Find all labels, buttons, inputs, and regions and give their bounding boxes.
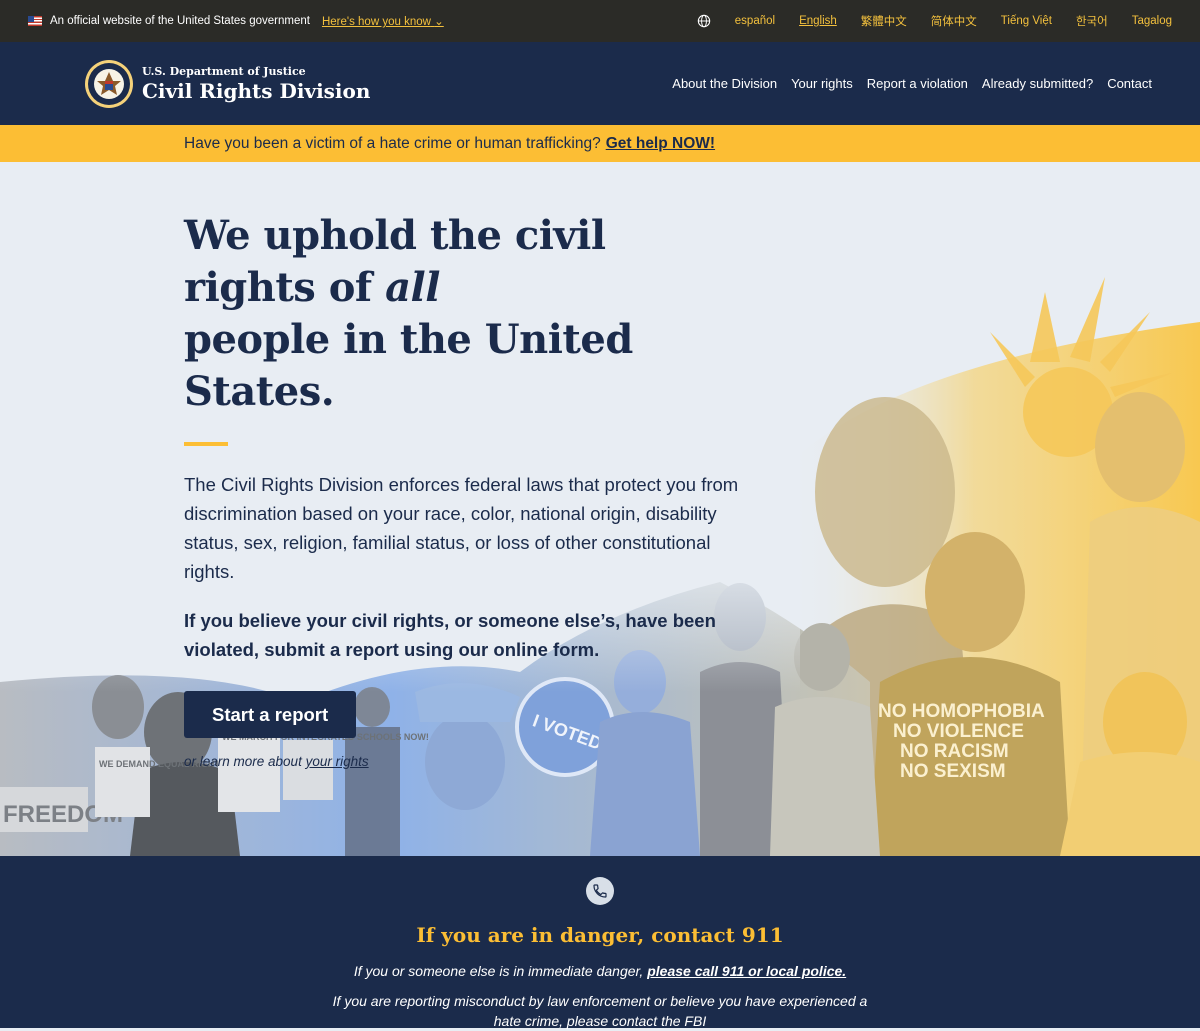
heres-how-you-know-label[interactable]: Here's how you know — [322, 16, 431, 28]
hero-report-prompt: If you believe your civil rights, or som… — [184, 610, 716, 660]
shirt-text-homophobia: NO HOMOPHOBIA — [878, 701, 1045, 722]
alert-text: Have you been a victim of a hate crime o… — [184, 134, 601, 152]
call-911-link[interactable]: please call 911 or local police. — [647, 963, 846, 979]
lang-espanol[interactable]: español — [735, 15, 775, 27]
start-report-button[interactable]: Start a report — [184, 691, 357, 738]
nav-about-division[interactable]: About the Division — [672, 76, 777, 91]
nav-already-submitted[interactable]: Already submitted? — [982, 76, 1093, 91]
brand-text: U.S. Department of Justice Civil Rights … — [142, 65, 370, 103]
language-selector: español English 繁體中文 简体中文 Tiếng Việt 한국어… — [697, 13, 1172, 29]
globe-icon — [697, 14, 710, 28]
brand-logo-link[interactable]: U.S. Department of Justice Civil Rights … — [84, 59, 370, 109]
nav-your-rights[interactable]: Your rights — [791, 76, 853, 91]
site-header: U.S. Department of Justice Civil Rights … — [0, 42, 1200, 125]
hero-title: We uphold the civil rights of all people… — [184, 210, 744, 418]
learn-more-prefix: or learn more about — [184, 754, 302, 769]
lang-traditional-chinese[interactable]: 繁體中文 — [861, 13, 907, 29]
danger-title: If you are in danger, contact 911 — [416, 923, 784, 947]
lang-simplified-chinese[interactable]: 简体中文 — [931, 13, 977, 29]
nav-report-violation[interactable]: Report a violation — [867, 76, 968, 91]
danger-line-1-text: If you or someone else is in immediate d… — [353, 963, 644, 979]
lang-korean[interactable]: 한국어 — [1076, 13, 1108, 29]
hero: NO HOMOPHOBIA NO VIOLENCE NO RACISM NO S… — [0, 162, 1200, 856]
hero-title-line2: people in the United States. — [184, 316, 633, 415]
learn-more-text: or learn more about your rights — [184, 754, 744, 769]
danger-line-2: If you are reporting misconduct by law e… — [332, 993, 868, 1029]
gov-banner-left: An official website of the United States… — [28, 14, 444, 28]
danger-section: If you are in danger, contact 911 If you… — [0, 856, 1200, 1029]
hero-title-emphasis: all — [385, 264, 440, 311]
hero-description: The Civil Rights Division enforces feder… — [184, 474, 739, 582]
shirt-text-violence: NO VIOLENCE — [893, 721, 1024, 742]
get-help-now-link[interactable]: Get help NOW! — [606, 135, 715, 153]
heres-how-you-know-link[interactable]: Here's how you know ⌄ — [322, 14, 444, 28]
gov-banner: An official website of the United States… — [0, 0, 1200, 42]
shirt-text-racism: NO RACISM — [900, 741, 1009, 762]
lang-vietnamese[interactable]: Tiếng Việt — [1001, 15, 1052, 27]
gov-banner-text: An official website of the United States… — [50, 15, 310, 27]
brand-subtitle: U.S. Department of Justice — [142, 64, 306, 78]
us-flag-icon — [28, 16, 42, 26]
brand-title: Civil Rights Division — [142, 78, 371, 103]
hate-crime-alert: Have you been a victim of a hate crime o… — [0, 125, 1200, 162]
phone-glyph-icon — [593, 884, 607, 898]
hero-content: We uphold the civil rights of all people… — [184, 210, 744, 769]
phone-icon — [586, 877, 614, 905]
your-rights-link[interactable]: your rights — [306, 754, 369, 769]
chevron-down-icon: ⌄ — [434, 16, 444, 28]
shirt-text-sexism: NO SEXISM — [900, 761, 1006, 782]
main-nav: About the Division Your rights Report a … — [672, 76, 1152, 91]
nav-contact[interactable]: Contact — [1107, 76, 1152, 91]
accent-divider — [184, 442, 228, 446]
lang-tagalog[interactable]: Tagalog — [1132, 15, 1172, 27]
danger-line-1: If you or someone else is in immediate d… — [0, 963, 1200, 979]
lang-english[interactable]: English — [799, 15, 837, 27]
doj-seal-icon — [85, 59, 133, 108]
